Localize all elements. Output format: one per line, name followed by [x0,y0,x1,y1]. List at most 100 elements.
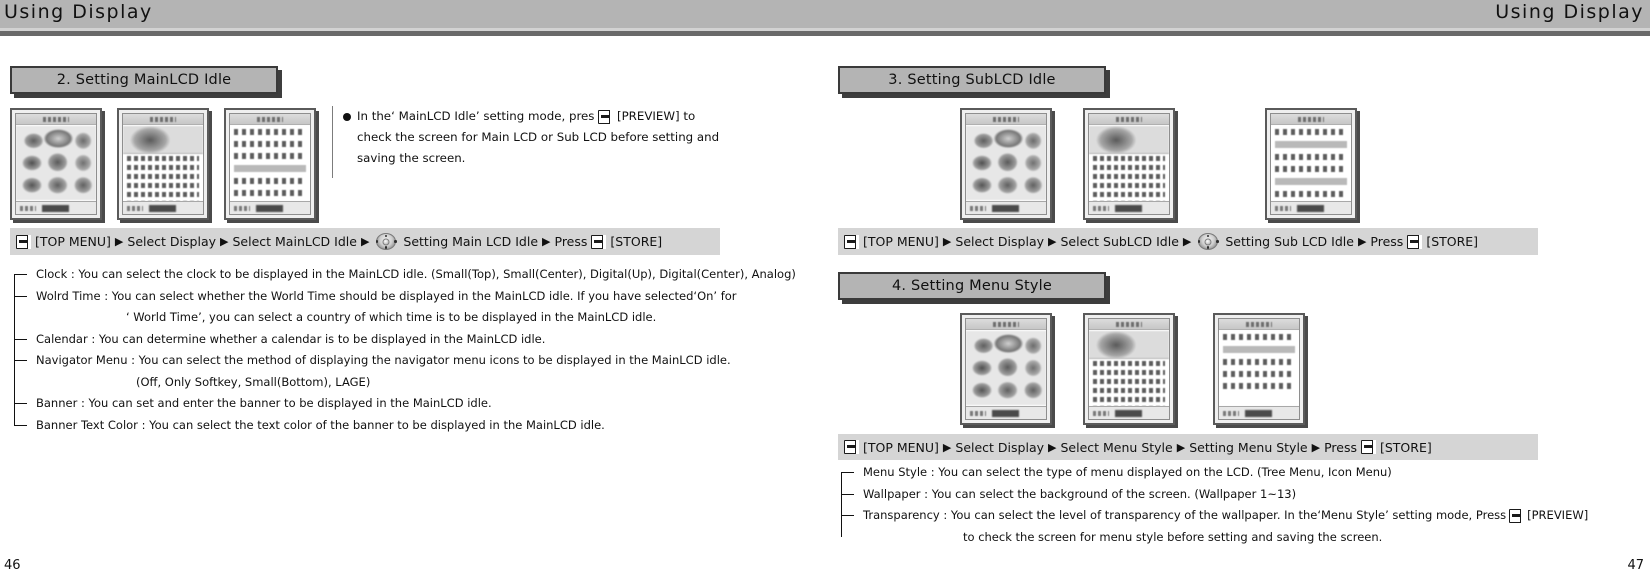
list-dash-icon [14,424,27,426]
top-menu-key-icon[interactable] [844,440,859,454]
menu-style-option-item-text: Transparency : You can select the level … [863,508,1507,522]
phone-titlebar [1219,319,1299,330]
menu-style-option-item-text: to check the screen for menu style befor… [963,529,1383,544]
arrow-icon: ▶ [114,235,124,248]
main-lcd-option-item-text: (Off, Only Softkey, Small(Bottom), LAGE) [136,374,371,389]
phone-hero-image [1089,331,1169,360]
page-number-right: 47 [1627,558,1644,573]
top-menu-key-icon[interactable] [16,234,31,249]
section-heading-sub-lcd: 3. Setting SubLCD Idle [838,66,1106,94]
navigation-path-main-lcd: [TOP MENU] ▶ Select Display ▶ Select Mai… [10,228,720,255]
list-dash-icon [14,338,27,340]
list-dash-icon [841,472,854,474]
phone-screenshot-menu-style-3 [1213,313,1305,425]
note-line-3: saving the screen. [357,151,466,165]
nav-step-1: Select Display [955,234,1045,249]
phone-screen [1218,318,1300,420]
list-dash-icon [14,360,27,362]
nav-step-3: Setting Main LCD Idle [403,234,539,249]
phone-screen [965,113,1047,215]
options-list-menu-style: Menu Style : You can select the type of … [841,462,1641,548]
main-lcd-option-item-text: Banner Text Color : You can select the t… [36,417,605,432]
phone-screenshot-menu-style-1 [960,313,1052,425]
arrow-icon: ▶ [1357,235,1367,248]
menu-style-option-item: Transparency : You can select the level … [841,505,1641,527]
list-dash-icon [14,274,27,276]
phone-screenshot-main-idle-2 [117,108,209,220]
nav-press-label: Press [1370,234,1404,249]
list-dash-icon [841,515,854,517]
store-key-icon[interactable] [1360,440,1376,454]
arrow-icon: ▶ [1048,235,1057,248]
nav-store-label: [STORE] [610,234,663,249]
phone-menu-list [1089,331,1169,411]
nav-press-label: Press [1324,439,1357,455]
page-number-left: 46 [4,558,21,573]
main-lcd-option-item: (Off, Only Softkey, Small(Bottom), LAGE) [14,372,804,394]
phone-screenshot-menu-style-2 [1083,313,1175,425]
phone-screenshot-sub-idle-1 [960,108,1052,220]
phone-softkey-bar [1219,406,1299,419]
phone-screenshot-main-idle-1 [10,108,102,220]
note-line-1-suffix: [PREVIEW] to [616,109,696,123]
phone-screen [1088,318,1170,420]
phone-softkey-bar [1271,201,1351,214]
menu-style-option-item-trailing: [PREVIEW] [1527,508,1589,522]
options-list-main-lcd: Clock : You can select the clock to be d… [14,264,804,436]
note-lines: In the‘ MainLCD Idle’ setting mode, pres… [357,106,732,169]
menu-style-option-item: to check the screen for menu style befor… [841,527,1641,549]
phone-titlebar [1271,114,1351,125]
list-dash-icon [841,493,854,495]
main-lcd-option-item: Wolrd Time : You can select whether the … [14,286,804,308]
main-lcd-option-item: ‘ World Time’, you can select a country … [14,307,804,329]
main-lcd-option-item-text: Clock : You can select the clock to be d… [36,267,796,281]
store-key-icon[interactable] [1407,234,1423,249]
nav-step-3: Setting Menu Style [1189,439,1308,455]
phone-titlebar [123,114,203,125]
phone-softkey-bar [230,201,310,214]
nav-top-menu-label: [TOP MENU] [863,439,939,455]
phone-icon-grid [966,126,1046,200]
arrow-icon: ▶ [1182,235,1192,248]
main-lcd-option-item: Clock : You can select the clock to be d… [14,264,804,286]
phone-softkey-bar [16,201,96,214]
phone-titlebar [16,114,96,125]
nav-store-label: [STORE] [1426,234,1479,249]
phone-hero-image [123,126,203,155]
arrow-icon: ▶ [1311,440,1321,454]
phone-menu-list [1089,126,1169,206]
preview-note-main-lcd: In the‘ MainLCD Idle’ setting mode, pres… [332,106,732,178]
navigation-path-sub-lcd: [TOP MENU] ▶ Select Display ▶ Select Sub… [838,228,1538,255]
phone-softkey-bar [966,201,1046,214]
menu-style-option-item: Wallpaper : You can select the backgroun… [841,484,1641,506]
menu-style-option-item-text: Menu Style : You can select the type of … [863,465,1392,479]
navigation-pad-icon[interactable] [1195,231,1221,252]
phone-screenshot-main-idle-3 [224,108,316,220]
nav-step-3: Setting Sub LCD Idle [1225,234,1354,249]
main-lcd-option-item-text: Calendar : You can determine whether a c… [36,331,546,346]
phone-titlebar [230,114,310,125]
phone-screen [1270,113,1352,215]
menu-style-option-item-text: Wallpaper : You can select the backgroun… [863,486,1297,501]
nav-step-2: Select Menu Style [1060,439,1173,455]
preview-key-icon [1509,508,1525,523]
arrow-icon: ▶ [942,440,952,454]
main-lcd-option-item-text: Navigator Menu : You can select the meth… [36,353,731,367]
nav-top-menu-label: [TOP MENU] [863,234,939,249]
phone-icon-grid [966,331,1046,405]
arrow-icon: ▶ [220,235,229,248]
phone-settings-form [1271,126,1351,200]
main-lcd-option-item-text: Banner : You can set and enter the banne… [36,396,492,410]
phone-titlebar [966,319,1046,330]
main-lcd-option-item: Banner : You can set and enter the banne… [14,393,804,415]
phone-softkey-bar [966,406,1046,419]
phone-settings-form [1219,331,1299,405]
phone-hero-image [1089,126,1169,155]
nav-step-1: Select Display [127,234,217,249]
phone-icon-grid [16,126,96,200]
store-key-icon[interactable] [591,234,607,249]
note-line-2: check the screen for Main LCD or Sub LCD… [357,130,720,144]
top-menu-key-icon[interactable] [844,234,859,249]
navigation-pad-icon[interactable] [373,231,399,252]
note-line-1-text: In the‘ MainLCD Idle’ setting mode, pres [357,109,595,123]
